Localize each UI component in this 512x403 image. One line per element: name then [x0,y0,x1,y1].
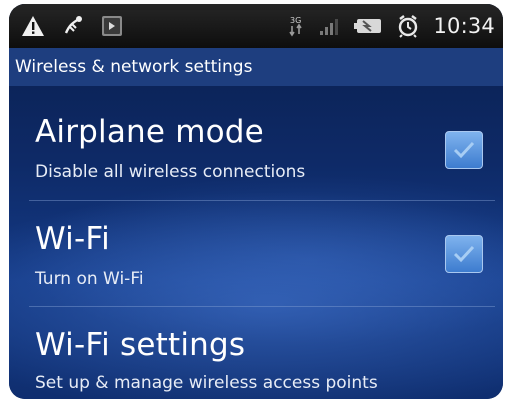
title-bar: Wireless & network settings [9,48,503,86]
setting-title: Wi-Fi [35,221,110,257]
svg-text:3G: 3G [290,16,301,25]
setting-subtitle: Set up & manage wireless access points [35,373,378,393]
notification-app-icon [101,15,123,37]
settings-screen: 3G 10:34 Wireless & network settings Air… [9,4,503,399]
battery-icon [353,16,383,36]
airplane-mode-checkbox[interactable] [445,131,483,169]
setting-title: Airplane mode [35,114,264,150]
status-bar-right-icons: 3G 10:34 [287,13,495,39]
wifi-checkbox[interactable] [445,235,483,273]
setting-airplane-mode[interactable]: Airplane mode Disable all wireless conne… [9,86,503,198]
setting-subtitle: Disable all wireless connections [35,162,306,182]
setting-wifi-settings[interactable]: Wi-Fi settings Set up & manage wireless … [9,307,503,399]
signal-icon [319,15,339,37]
device-screen: 3G 10:34 Wireless & network settings Air… [9,4,503,399]
warning-icon [21,15,45,37]
status-bar-left-icons [21,14,123,38]
setting-wifi[interactable]: Wi-Fi Turn on Wi-Fi [9,201,503,307]
usb-debug-icon [61,14,85,38]
status-time: 10:34 [433,14,495,38]
page-title: Wireless & network settings [15,57,253,77]
setting-subtitle: Turn on Wi-Fi [35,269,144,289]
status-bar: 3G 10:34 [9,4,503,48]
alarm-clock-icon [397,14,419,38]
checkmark-icon [453,141,475,159]
setting-title: Wi-Fi settings [35,327,246,363]
network-3g-icon: 3G [287,14,305,38]
checkmark-icon [453,245,475,263]
